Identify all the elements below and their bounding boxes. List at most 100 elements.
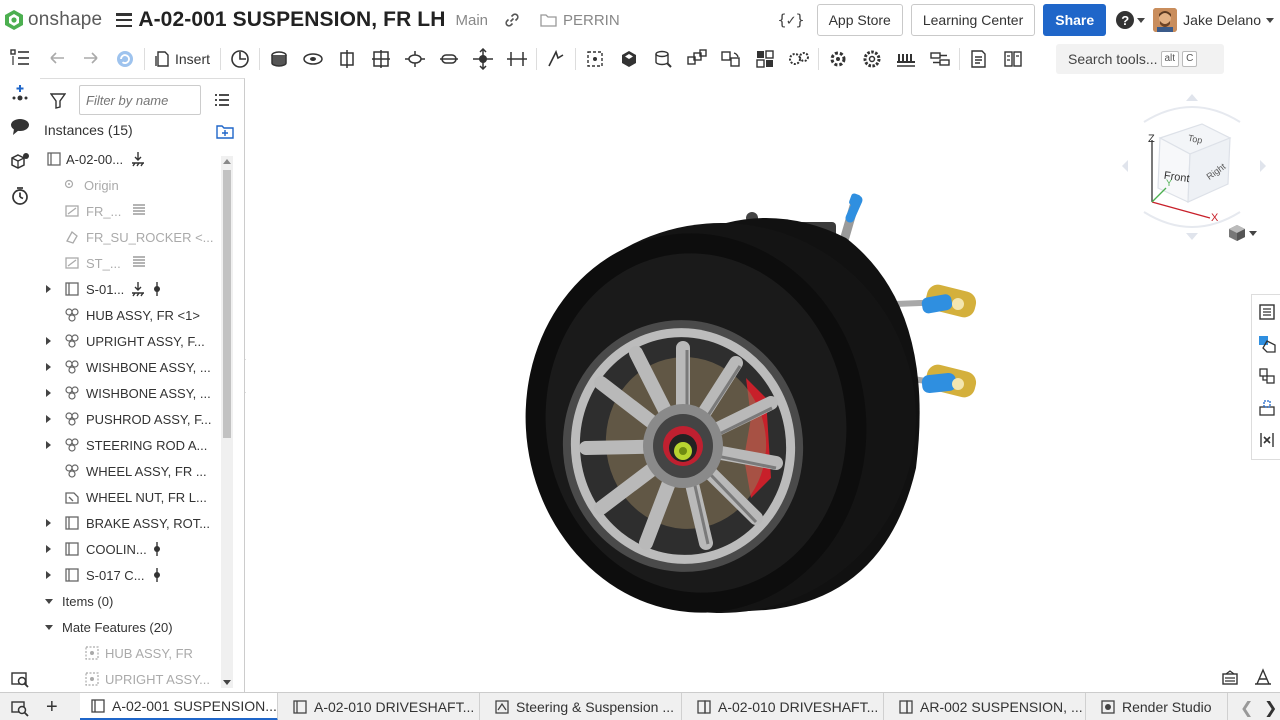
pin-slot-mate-button[interactable] xyxy=(432,44,466,74)
scroll-down-icon[interactable] xyxy=(223,680,231,685)
expand-arrow-icon[interactable] xyxy=(46,285,51,293)
tree-row-hub-assy[interactable]: HUB ASSY, FR <1> xyxy=(40,302,218,328)
named-positions-icon[interactable] xyxy=(1258,399,1276,417)
tree-row-sketch-st[interactable]: ST_... xyxy=(40,250,218,276)
add-tab-button[interactable]: + xyxy=(46,697,58,717)
tree-row-wheel-assy[interactable]: WHEEL ASSY, FR ... xyxy=(40,458,218,484)
tree-row-top-assembly[interactable]: A-02-00... xyxy=(40,146,218,172)
variable-studio-icon[interactable]: {✓} xyxy=(777,11,804,29)
collapse-arrow-icon[interactable] xyxy=(45,625,53,630)
linear-relation-button[interactable] xyxy=(923,44,957,74)
tab-overflow[interactable] xyxy=(1230,693,1236,720)
share-button[interactable]: Share xyxy=(1043,4,1107,36)
expand-arrow-icon[interactable] xyxy=(46,519,51,527)
tab-manager-icon[interactable] xyxy=(10,699,30,717)
group-button[interactable] xyxy=(612,44,646,74)
cylindrical-mate-button[interactable] xyxy=(398,44,432,74)
tree-row-upright-assy[interactable]: UPRIGHT ASSY, F... xyxy=(40,328,218,354)
learning-center-button[interactable]: Learning Center xyxy=(910,4,1036,36)
view-cube-arrow-down-icon[interactable] xyxy=(1186,233,1198,240)
parts-icon[interactable] xyxy=(10,152,30,172)
list-view-icon[interactable] xyxy=(214,92,230,108)
help-dropdown-icon[interactable] xyxy=(1137,17,1146,23)
tree-row-mate-features[interactable]: Mate Features (20) xyxy=(40,614,218,640)
search-view-icon[interactable] xyxy=(10,669,30,689)
expand-arrow-icon[interactable] xyxy=(46,441,51,449)
tab-a02-010-driveshaft-drawing[interactable]: A-02-010 DRIVESHAFT... xyxy=(686,693,884,720)
tree-row-mate-hub[interactable]: HUB ASSY, FR xyxy=(40,640,218,666)
expand-arrow-icon[interactable] xyxy=(46,363,51,371)
feature-list-icon[interactable] xyxy=(10,48,30,68)
tree-row-wheel-nut[interactable]: WHEEL NUT, FR L... xyxy=(40,484,218,510)
tab-ar002-suspension[interactable]: AR-002 SUSPENSION, ... xyxy=(888,693,1086,720)
tree-row-wishbone-2[interactable]: WISHBONE ASSY, ... xyxy=(40,380,218,406)
insert-button[interactable]: Insert xyxy=(147,44,218,74)
filter-icon[interactable] xyxy=(50,93,66,109)
tab-steering-suspension[interactable]: Steering & Suspension ... xyxy=(484,693,682,720)
explode-button[interactable] xyxy=(748,44,782,74)
tree-row-rocker[interactable]: FR_SU_ROCKER <... xyxy=(40,224,218,250)
help-icon[interactable]: ? xyxy=(1116,11,1135,29)
appearance-icon[interactable] xyxy=(1258,335,1276,353)
new-folder-icon[interactable] xyxy=(216,124,234,139)
mate-connector-button[interactable] xyxy=(578,44,612,74)
parallel-mate-button[interactable] xyxy=(500,44,534,74)
tree-scrollbar[interactable] xyxy=(221,156,233,688)
ball-mate-button[interactable] xyxy=(466,44,500,74)
expand-arrow-icon[interactable] xyxy=(46,545,51,553)
revolute-mate-button[interactable] xyxy=(296,44,330,74)
tree-row-cooling[interactable]: COOLIN... xyxy=(40,536,218,562)
tab-scroll-left-icon[interactable]: ❮ xyxy=(1240,698,1253,718)
view-cube-arrow-left-icon[interactable] xyxy=(1122,160,1128,172)
expand-arrow-icon[interactable] xyxy=(46,389,51,397)
tree-row-pushrod[interactable]: PUSHROD ASSY, F... xyxy=(40,406,218,432)
user-dropdown-icon[interactable] xyxy=(1266,17,1274,23)
history-icon[interactable] xyxy=(10,186,30,206)
screw-relation-button[interactable] xyxy=(855,44,889,74)
view-cube-arrow-up-icon[interactable] xyxy=(1186,94,1198,101)
display-states-icon[interactable] xyxy=(1254,668,1272,686)
tree-row-wishbone-1[interactable]: WISHBONE ASSY, ... xyxy=(40,354,218,380)
planar-mate-button[interactable] xyxy=(364,44,398,74)
settings-gear-button[interactable] xyxy=(821,44,855,74)
scroll-thumb[interactable] xyxy=(223,170,231,438)
expand-arrow-icon[interactable] xyxy=(46,571,51,579)
user-name[interactable]: Jake Delano xyxy=(1183,12,1261,28)
onshape-logo[interactable]: onshape xyxy=(4,9,102,31)
standard-content-button[interactable] xyxy=(223,44,257,74)
variables-icon[interactable] xyxy=(1258,431,1276,449)
scroll-up-icon[interactable] xyxy=(223,159,231,164)
tree-row-items[interactable]: Items (0) xyxy=(40,588,218,614)
section-view-icon[interactable] xyxy=(1221,670,1239,686)
app-store-button[interactable]: App Store xyxy=(816,4,903,36)
view-options-button[interactable] xyxy=(1228,224,1257,242)
link-icon[interactable] xyxy=(504,12,520,28)
collapse-arrow-icon[interactable] xyxy=(45,599,53,604)
tab-a02-001-suspension[interactable]: A-02-001 SUSPENSION... xyxy=(80,693,278,720)
regenerate-button[interactable] xyxy=(108,44,142,74)
slider-mate-button[interactable] xyxy=(330,44,364,74)
fastened-mate-button[interactable] xyxy=(262,44,296,74)
circular-pattern-button[interactable] xyxy=(714,44,748,74)
tree-row-s01[interactable]: S-01... xyxy=(40,276,218,302)
bill-of-materials-button[interactable] xyxy=(962,44,996,74)
folder-link[interactable]: PERRIN xyxy=(540,12,620,29)
avatar[interactable] xyxy=(1153,8,1178,32)
view-cube-arrow-right-icon[interactable] xyxy=(1260,160,1266,172)
expand-arrow-icon[interactable] xyxy=(46,415,51,423)
tree-row-steering-rod[interactable]: STEERING ROD A... xyxy=(40,432,218,458)
filter-input[interactable] xyxy=(79,85,201,115)
tree-row-sketch-fr[interactable]: FR_... xyxy=(40,198,218,224)
view-cube[interactable]: Z X Y Top Front Right xyxy=(1114,92,1274,242)
tab-render-studio[interactable]: Render Studio xyxy=(1090,693,1228,720)
replicate-button[interactable] xyxy=(646,44,680,74)
tangent-mate-button[interactable] xyxy=(539,44,573,74)
tree-row-brake-assy[interactable]: BRAKE ASSY, ROT... xyxy=(40,510,218,536)
tree-row-mate-upright[interactable]: UPRIGHT ASSY... xyxy=(40,666,218,691)
measure-button[interactable] xyxy=(996,44,1030,74)
branch-name[interactable]: Main xyxy=(455,12,488,29)
gear-relation-button[interactable] xyxy=(782,44,816,74)
configurations-icon[interactable] xyxy=(1258,367,1276,385)
tree-row-s017[interactable]: S-017 C... xyxy=(40,562,218,588)
properties-icon[interactable] xyxy=(1258,303,1276,321)
